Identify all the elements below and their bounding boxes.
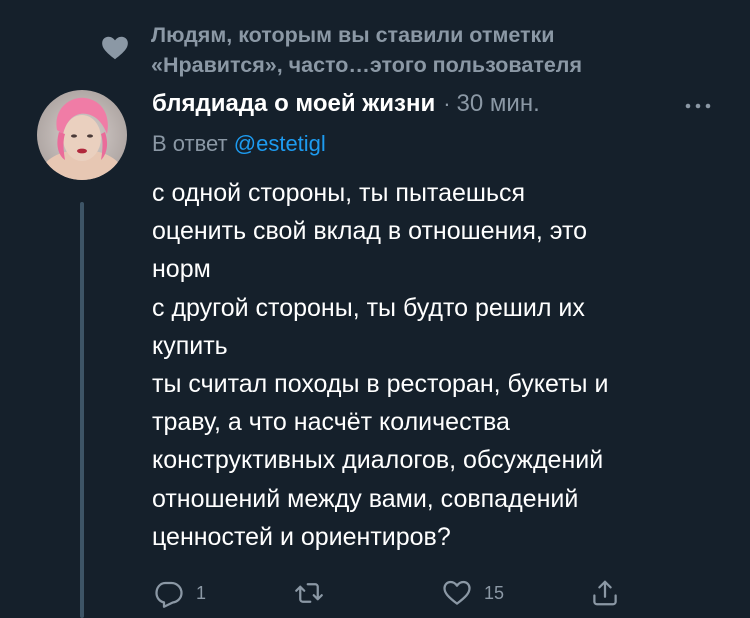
social-context-line-1: Людям, которым вы ставили отметки — [151, 23, 555, 47]
avatar-image — [37, 90, 127, 180]
retweet-button[interactable] — [294, 575, 336, 611]
tweet-text-line: отношений между вами, совпадений — [152, 484, 579, 513]
tweet-text-line: траву, а что насчёт количества — [152, 408, 510, 437]
share-icon — [593, 580, 617, 606]
tweet-text-line: купить — [152, 331, 228, 360]
social-context-line-2: «Нравится», часто…этого пользователя — [151, 53, 583, 77]
tweet-text-line: ценностей и ориентиров? — [152, 522, 451, 551]
reply-mention-link[interactable]: @estetigl — [234, 131, 326, 156]
tweet[interactable]: Людям, которым вы ставили отметки «Нрави… — [0, 0, 750, 618]
avatar[interactable] — [37, 90, 127, 180]
thread-line — [80, 202, 84, 618]
reply-prefix: В ответ — [152, 131, 228, 156]
more-options-icon[interactable] — [680, 96, 716, 116]
timestamp[interactable]: 30 мин. — [457, 90, 540, 118]
tweet-text-line: норм — [152, 255, 211, 284]
tweet-text: с одной стороны, ты пытаешься оценить св… — [152, 174, 722, 556]
tweet-text-line: с другой стороны, ты будто решил их — [152, 293, 585, 322]
like-button[interactable]: 15 — [442, 575, 504, 611]
reply-count: 1 — [196, 582, 207, 603]
tweet-text-line: ты считал походы в ресторан, букеты и — [152, 370, 609, 399]
heart-icon — [102, 36, 128, 60]
action-bar: 1 15 — [150, 575, 630, 611]
display-name[interactable]: блядиада о моей жизни — [152, 90, 435, 118]
reply-button[interactable]: 1 — [154, 575, 206, 611]
share-button[interactable] — [590, 575, 632, 611]
like-icon — [443, 580, 471, 605]
reply-context: В ответ @estetigl — [152, 131, 326, 157]
tweet-text-line: конструктивных диалогов, обсуждений — [152, 446, 604, 475]
tweet-text-line: с одной стороны, ты пытаешься — [152, 179, 526, 207]
reply-icon — [155, 581, 183, 608]
tweet-header: блядиада о моей жизни · 30 мин. — [152, 90, 540, 124]
like-count: 15 — [484, 582, 505, 603]
separator-dot: · — [443, 91, 451, 116]
retweet-icon — [295, 583, 323, 603]
tweet-text-line: оценить свой вклад в отношения, это — [152, 217, 588, 246]
